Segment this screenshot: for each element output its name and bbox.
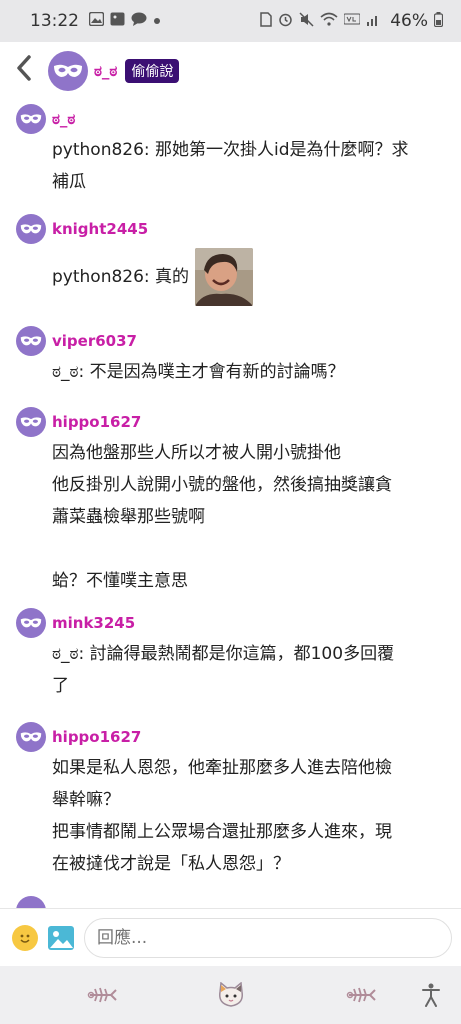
chevron-left-icon[interactable] bbox=[14, 54, 44, 88]
comment-item: mink3245 ಠ_ಠ: 討論得最熱鬧都是你這篇，都100多回覆 了 bbox=[16, 608, 446, 702]
mask-avatar[interactable] bbox=[16, 896, 46, 908]
laughing-person-photo[interactable] bbox=[195, 248, 254, 306]
comment-username[interactable]: knight2445 bbox=[52, 220, 148, 238]
comment-text: ಠ_ಠ: 討論得最熱鬧都是你這篇，都100多回覆 了 bbox=[52, 644, 395, 696]
reply-input[interactable] bbox=[84, 917, 452, 958]
comment-feed[interactable]: ಠ_ಠ python826: 那她第一次掛人id是為什麼啊？求 補瓜 knigh… bbox=[0, 100, 461, 908]
image-upload-icon[interactable] bbox=[48, 925, 74, 950]
dot-icon bbox=[153, 14, 161, 29]
comment-text: 如果是私人恩怨，他牽扯那麼多人進去陪他檢 舉幹嘛？ 把事情都鬧上公眾場合還扯那麼… bbox=[52, 758, 392, 874]
alarm-icon bbox=[278, 12, 293, 31]
comment-username[interactable]: hippo1627 bbox=[52, 728, 141, 746]
image-icon bbox=[88, 11, 105, 30]
mask-avatar[interactable] bbox=[48, 51, 88, 91]
sim-icon bbox=[260, 11, 272, 31]
comment-item: hippo1627 因為他盤那些人所以才被人開小號掛他 他反掛別人說開小號的盤他… bbox=[16, 407, 446, 597]
mask-avatar[interactable] bbox=[16, 214, 46, 244]
signal-icon bbox=[366, 12, 380, 30]
comment-text: python826: 真的 bbox=[52, 248, 446, 306]
anonymous-badge: 偷偷說 bbox=[125, 59, 180, 83]
comment-text: python826: 那她第一次掛人id是為什麼啊？求 補瓜 bbox=[52, 140, 409, 192]
comment-username[interactable]: mink3245 bbox=[52, 614, 135, 632]
fishbone-icon[interactable] bbox=[345, 980, 377, 1010]
comment-username[interactable]: viper6037 bbox=[52, 332, 137, 350]
plurk-header: ಠ_ಠ 偷偷說 bbox=[0, 42, 461, 100]
battery-icon bbox=[433, 11, 444, 31]
reply-bar bbox=[0, 908, 461, 966]
wifi-icon bbox=[320, 12, 338, 30]
mask-avatar[interactable] bbox=[16, 326, 46, 356]
mask-avatar[interactable] bbox=[16, 104, 46, 134]
comment-item: viper6037 ಠ_ಠ: 不是因為噗主才會有新的討論嗎？ bbox=[16, 326, 446, 388]
status-time: 13:22 bbox=[30, 11, 79, 31]
volte-icon bbox=[343, 12, 361, 30]
comment-text: 因為他盤那些人所以才被人開小號掛他 他反掛別人說開小號的盤他，然後搞抽獎讓貪 蕭… bbox=[52, 443, 392, 591]
image-icon bbox=[110, 12, 125, 30]
comment-text: ಠ_ಠ: 不是因為噗主才會有新的討論嗎？ bbox=[52, 362, 345, 382]
comment-item: knight2445 python826: 真的 bbox=[16, 214, 446, 306]
comment-item-partial bbox=[16, 896, 446, 908]
comment-username[interactable]: ಠ_ಠ bbox=[52, 110, 75, 128]
comment-username[interactable]: hippo1627 bbox=[52, 413, 141, 431]
smiley-icon[interactable] bbox=[12, 924, 38, 951]
mask-avatar[interactable] bbox=[16, 407, 46, 437]
accessibility-icon[interactable] bbox=[419, 980, 443, 1010]
status-bar: 13:22 46% bbox=[0, 0, 461, 42]
fishbone-icon[interactable] bbox=[86, 980, 118, 1010]
mute-icon bbox=[299, 11, 314, 31]
bottom-nav bbox=[0, 966, 461, 1024]
mask-avatar[interactable] bbox=[16, 722, 46, 752]
poster-name[interactable]: ಠ_ಠ bbox=[94, 62, 117, 80]
mask-avatar[interactable] bbox=[16, 608, 46, 638]
cat-face-icon[interactable] bbox=[216, 980, 246, 1010]
chat-icon bbox=[131, 12, 147, 30]
comment-item: ಠ_ಠ python826: 那她第一次掛人id是為什麼啊？求 補瓜 bbox=[16, 104, 446, 198]
battery-level: 46% bbox=[390, 11, 428, 31]
comment-item: hippo1627 如果是私人恩怨，他牽扯那麼多人進去陪他檢 舉幹嘛？ 把事情都… bbox=[16, 722, 446, 880]
